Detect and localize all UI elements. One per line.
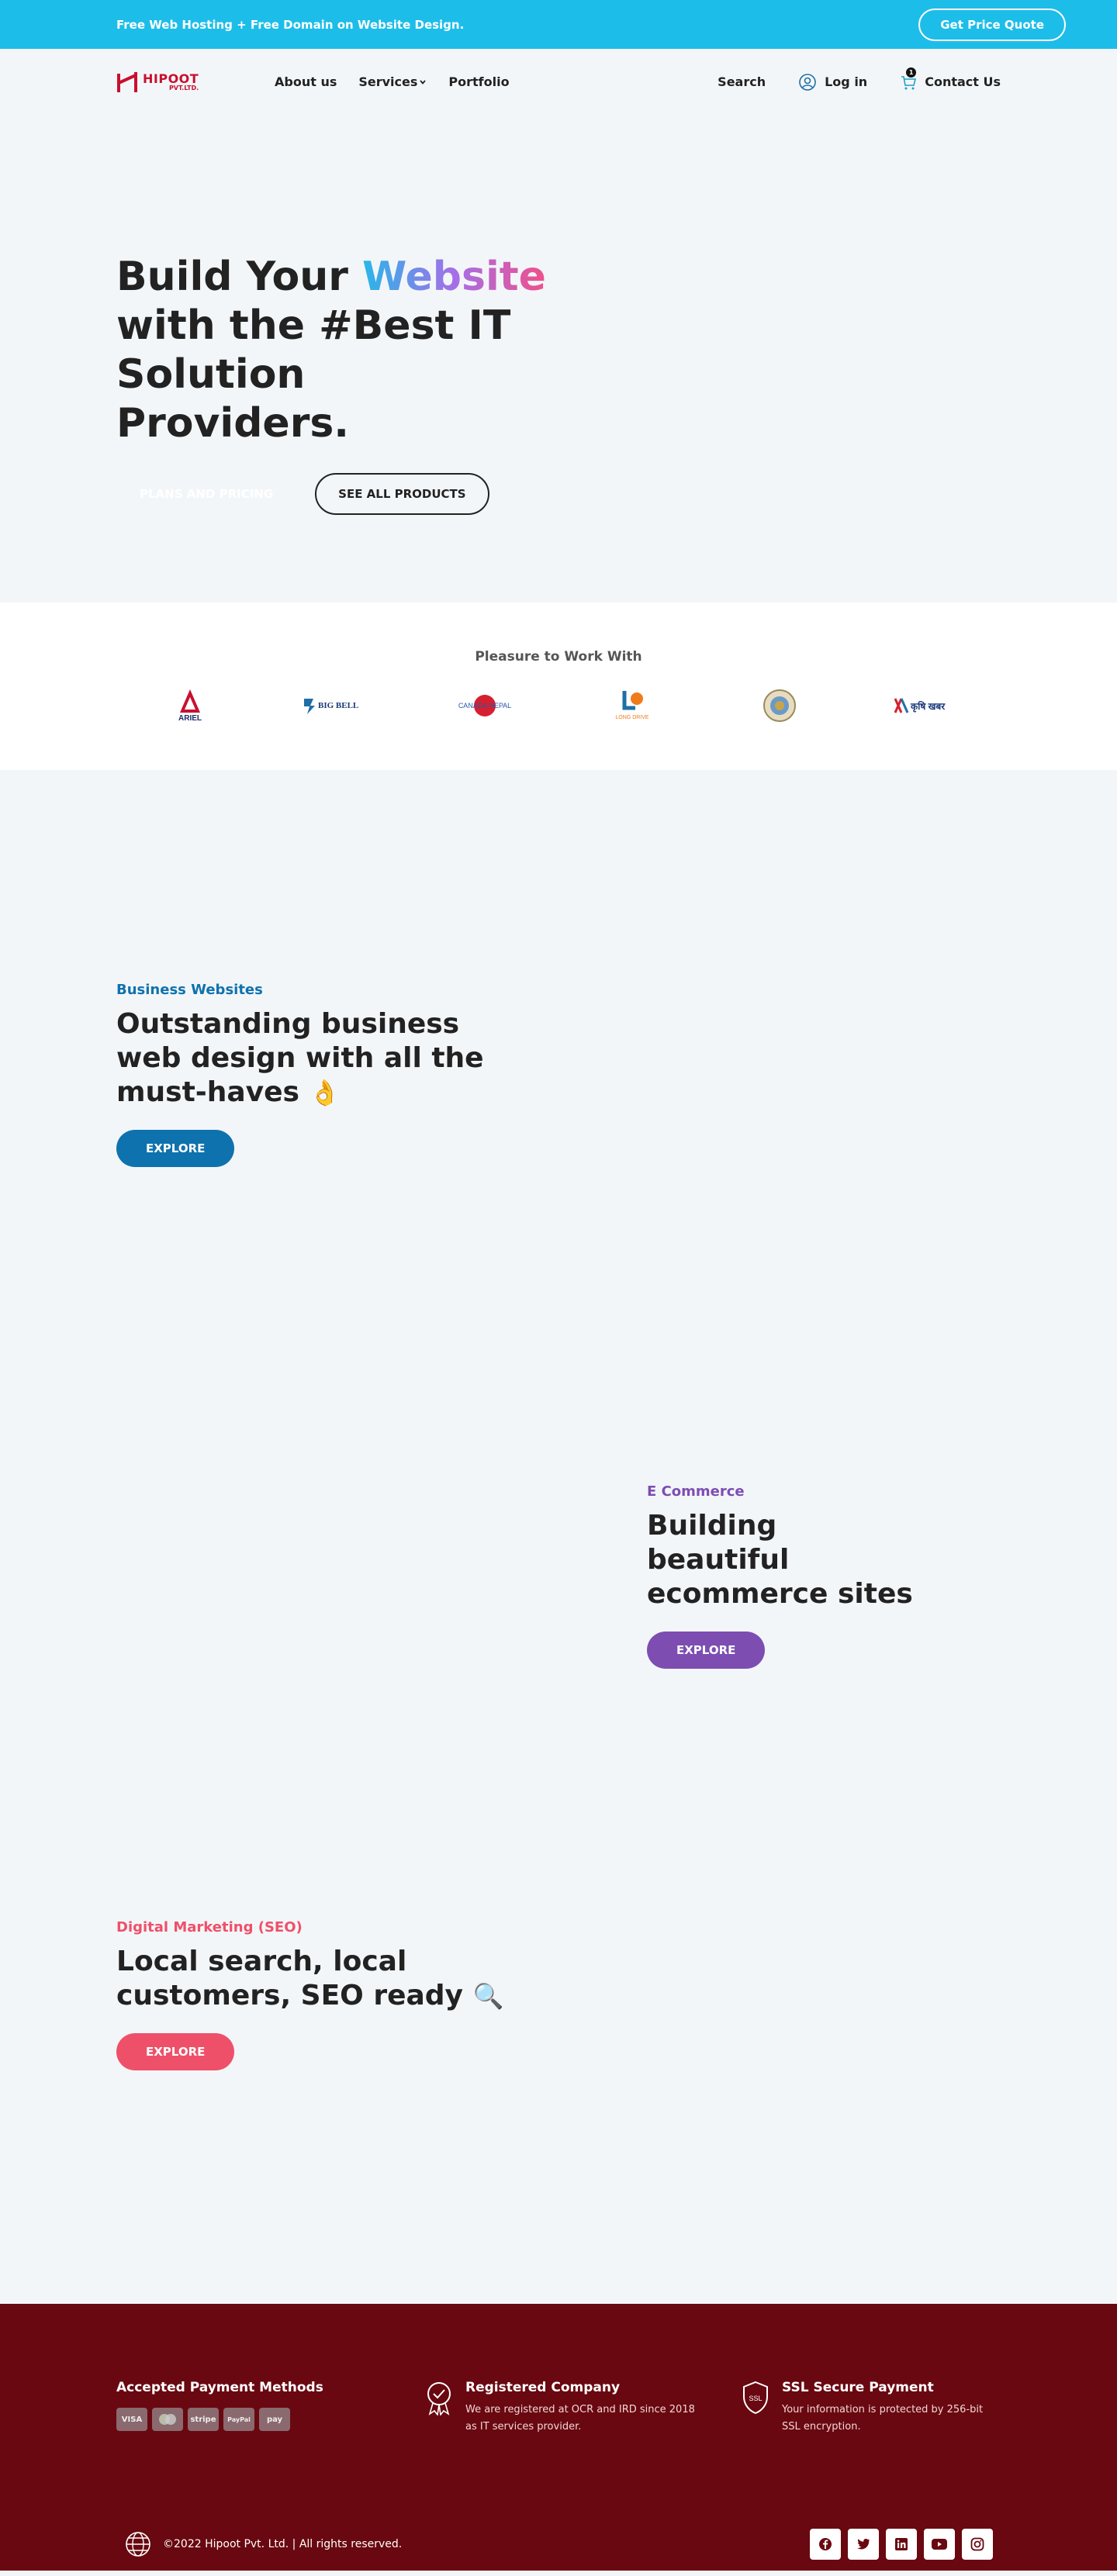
feature-ecommerce: E Commerce Building beautiful ecommerce …	[0, 1274, 1117, 1708]
canada-nepal-logo-icon: CANADA NEPAL	[458, 695, 511, 717]
nav-search[interactable]: Search	[718, 74, 766, 89]
nav-portfolio[interactable]: Portfolio	[448, 74, 509, 89]
feature-tag: Digital Marketing (SEO)	[116, 1919, 303, 1935]
logo-mark-icon	[117, 71, 137, 92]
visa-icon: VISA	[116, 2408, 147, 2431]
payment-methods-title: Accepted Payment Methods	[116, 2380, 323, 2395]
hero-title-post: with the #Best IT Solution Providers.	[116, 302, 511, 447]
feature-title-text: Local search, local customers, SEO ready	[116, 1946, 464, 2011]
feature-digital-marketing: Digital Marketing (SEO) Local search, lo…	[0, 1708, 1117, 2304]
get-price-quote-button[interactable]: Get Price Quote	[918, 8, 1066, 41]
hero-title-pre: Build Your	[116, 254, 363, 300]
bigbell-logo-icon: BIG BELL	[304, 699, 358, 714]
partner-logo-ariel: ARIEL	[147, 686, 233, 725]
feature-title: Local search, local customers, SEO ready…	[116, 1945, 504, 2013]
partners-section: Pleasure to Work With ARIEL BIG BELL CAN…	[0, 603, 1117, 770]
long-drive-logo-text: LONG DRIVE	[615, 715, 649, 720]
partner-logo-emblem	[737, 686, 822, 725]
youtube-icon[interactable]	[924, 2529, 955, 2560]
paypal-icon: PayPal	[223, 2408, 254, 2431]
canada-nepal-logo-text: CANADA NEPAL	[458, 702, 511, 710]
feature-tag: Business Websites	[116, 982, 263, 998]
emblem-logo-icon	[763, 689, 796, 722]
chevron-down-icon	[420, 79, 427, 85]
explore-button[interactable]: EXPLORE	[116, 2033, 235, 2070]
svg-text:SSL: SSL	[749, 2395, 762, 2402]
registered-text: We are registered at OCR and IRD since 2…	[465, 2404, 695, 2433]
magnifier-icon: 🔍	[472, 1981, 504, 2011]
bigbell-logo-text: BIG BELL	[318, 701, 358, 710]
login-label: Log in	[825, 74, 868, 89]
globe-icon	[126, 2532, 150, 2557]
feature-tag: E Commerce	[647, 1483, 745, 1500]
mastercard-icon	[152, 2408, 183, 2431]
hero-section: Build Your Website with the #Best IT Sol…	[0, 115, 1117, 603]
user-icon	[799, 73, 816, 91]
ssl-title: SSL Secure Payment	[782, 2380, 934, 2395]
nav-services-label: Services	[358, 74, 418, 89]
feature-title: Building beautiful ecommerce sites	[647, 1510, 913, 1610]
site-footer: Accepted Payment Methods VISA stripe Pay…	[0, 2304, 1117, 2571]
long-drive-logo-icon: LONG DRIVE	[615, 691, 649, 720]
cart-count-badge: 1	[906, 67, 917, 78]
registered-title: Registered Company	[465, 2380, 621, 2395]
partner-logo-canada-nepal: CANADA NEPAL	[442, 686, 527, 725]
copyright-text: ©2022 Hipoot Pvt. Ltd. | All rights rese…	[163, 2538, 403, 2550]
instagram-icon[interactable]	[962, 2529, 993, 2560]
partner-logo-long-drive: LONG DRIVE	[590, 686, 675, 725]
logo-sub: PVT.LTD.	[168, 84, 199, 92]
facebook-icon[interactable]	[810, 2529, 841, 2560]
nav-login[interactable]: Log in	[798, 73, 867, 92]
partner-logo-krishi-khabar: कृषि खबर	[884, 686, 970, 725]
see-all-products-button[interactable]: SEE ALL PRODUCTS	[315, 473, 489, 515]
explore-button[interactable]: EXPLORE	[116, 1130, 235, 1167]
feature-title: Outstanding business web design with all…	[116, 1007, 489, 1110]
nav-about-us[interactable]: About us	[275, 74, 337, 89]
krishi-khabar-logo-text: कृषि खबर	[910, 701, 946, 713]
nav-contact[interactable]: 1 Contact Us	[900, 67, 1001, 91]
twitter-icon[interactable]	[848, 2529, 879, 2560]
amazon-pay-icon: pay	[259, 2408, 290, 2431]
hero-title: Build Your Website with the #Best IT Sol…	[116, 253, 551, 448]
explore-button[interactable]: EXPLORE	[647, 1632, 766, 1669]
ariel-logo-icon: ARIEL	[178, 689, 202, 723]
ok-hand-icon: 👌	[309, 1078, 341, 1107]
logo-name: HIPOOT	[143, 71, 199, 86]
ssl-shield-icon: SSL	[743, 2381, 768, 2415]
ariel-logo-text: ARIEL	[178, 714, 202, 723]
contact-label: Contact Us	[925, 74, 1001, 89]
hero-title-highlight: Website	[362, 254, 546, 300]
plans-pricing-button[interactable]: PLANS AND PRICING	[116, 475, 296, 513]
promo-text: Free Web Hosting + Free Domain on Websit…	[116, 17, 465, 32]
promo-bar: Free Web Hosting + Free Domain on Websit…	[0, 0, 1117, 49]
feature-business-websites: Business Websites Outstanding business w…	[0, 770, 1117, 1274]
partners-title: Pleasure to Work With	[475, 649, 642, 665]
feature-title-text: Outstanding business web design with all…	[116, 1008, 484, 1108]
registered-company: Registered Company We are registered at …	[424, 2380, 740, 2436]
nav-services[interactable]: Services	[358, 74, 427, 89]
payment-methods: Accepted Payment Methods VISA stripe Pay…	[116, 2380, 424, 2436]
badge-check-icon	[427, 2382, 451, 2415]
ssl-secure: SSL SSL Secure Payment Your information …	[740, 2380, 999, 2436]
krishi-khabar-logo-icon: कृषि खबर	[894, 698, 946, 713]
stripe-icon: stripe	[188, 2408, 219, 2431]
site-logo[interactable]: HIPOOT PVT.LTD.	[116, 71, 275, 94]
ssl-text: Your information is protected by 256-bit…	[782, 2404, 984, 2433]
linkedin-icon[interactable]	[886, 2529, 917, 2560]
main-nav: HIPOOT PVT.LTD. About us Services Portfo…	[0, 49, 1117, 115]
partner-logo-bigbell: BIG BELL	[295, 686, 380, 725]
